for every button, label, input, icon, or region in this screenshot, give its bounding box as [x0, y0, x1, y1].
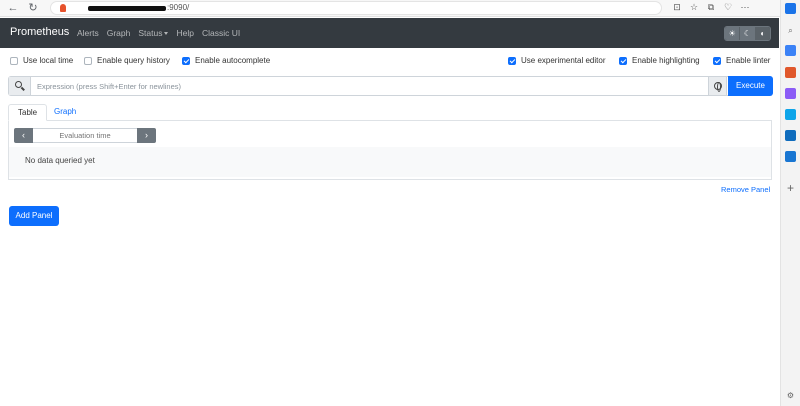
url-text: :9090/	[167, 3, 190, 12]
experimental-editor-label: Use experimental editor	[521, 56, 606, 65]
navbar: Prometheus Alerts Graph Status Help Clas…	[0, 18, 779, 48]
panel-tabs: Table Graph	[8, 104, 772, 121]
office-icon[interactable]	[785, 109, 796, 120]
tag-icon[interactable]	[785, 45, 796, 56]
highlighting-label: Enable highlighting	[632, 56, 700, 65]
expression-row: Execute	[8, 76, 773, 96]
auto-theme-icon[interactable]: ◐	[755, 27, 770, 40]
globe-icon	[714, 82, 722, 92]
search-icon[interactable]: ⌕	[785, 25, 796, 36]
metrics-explorer-button[interactable]	[708, 77, 727, 95]
option-highlighting[interactable]: Enable highlighting	[619, 56, 700, 65]
edge-sidebar: ⌕ + ⚙	[780, 0, 800, 406]
option-local-time[interactable]: Use local time	[10, 56, 73, 65]
copilot-icon[interactable]	[785, 3, 796, 14]
search-addon	[9, 77, 31, 95]
expression-input[interactable]	[37, 77, 687, 95]
heart-icon[interactable]: ♡	[723, 2, 733, 13]
autocomplete-label: Enable autocomplete	[195, 56, 271, 65]
outlook-icon[interactable]	[785, 130, 796, 141]
local-time-checkbox[interactable]	[10, 56, 18, 65]
nav-status[interactable]: Status	[138, 28, 169, 38]
address-bar[interactable]: :9090/	[50, 1, 662, 15]
toolbox-icon[interactable]	[785, 67, 796, 78]
option-linter[interactable]: Enable linter	[713, 56, 770, 65]
theme-toggle-group: ☀ ☾ ◐	[724, 26, 771, 41]
nav-graph[interactable]: Graph	[107, 28, 131, 38]
browser-toolbar: ← ↻ :9090/ ⊡ ☆ ⧉ ♡ ⋯	[0, 0, 800, 17]
option-experimental-editor[interactable]: Use experimental editor	[508, 56, 605, 65]
menu-icon[interactable]: ⋯	[740, 2, 750, 13]
back-icon[interactable]: ←	[6, 1, 20, 15]
query-history-label: Enable query history	[97, 56, 170, 65]
nav-links: Alerts Graph Status Help Classic UI	[77, 28, 248, 38]
panel-body: ‹ › No data queried yet	[8, 121, 772, 180]
local-time-label: Use local time	[23, 56, 74, 65]
caret-down-icon	[164, 32, 169, 36]
browser-toolbar-icons: ⊡ ☆ ⧉ ♡ ⋯	[672, 2, 750, 13]
no-data-message: No data queried yet	[25, 156, 95, 165]
redacted-host	[88, 6, 166, 11]
evaluation-time-input[interactable]	[33, 128, 137, 143]
light-theme-icon[interactable]: ☀	[725, 27, 741, 40]
brand-link[interactable]: Prometheus	[10, 26, 69, 38]
people-icon[interactable]	[785, 88, 796, 99]
web-icon[interactable]	[785, 151, 796, 162]
refresh-icon[interactable]: ↻	[26, 1, 40, 15]
prev-time-button[interactable]: ‹	[14, 128, 33, 143]
collections-icon[interactable]: ⧉	[706, 2, 716, 13]
autocomplete-checkbox[interactable]	[182, 56, 190, 65]
nav-classic-ui[interactable]: Classic UI	[202, 28, 240, 38]
highlighting-checkbox[interactable]	[619, 56, 627, 65]
experimental-editor-checkbox[interactable]	[508, 56, 516, 65]
prometheus-favicon-icon	[60, 4, 66, 12]
option-query-history[interactable]: Enable query history	[84, 56, 170, 65]
results-area: No data queried yet	[9, 147, 771, 177]
tab-table[interactable]: Table	[8, 104, 48, 121]
split-screen-icon[interactable]: ⊡	[672, 2, 682, 13]
options-row: Use local time Enable query history Enab…	[0, 56, 779, 68]
nav-alerts[interactable]: Alerts	[77, 28, 99, 38]
prometheus-app: Prometheus Alerts Graph Status Help Clas…	[0, 18, 779, 406]
add-panel-button[interactable]: Add Panel	[9, 206, 59, 226]
linter-label: Enable linter	[726, 56, 771, 65]
remove-panel-link[interactable]: Remove Panel	[721, 185, 770, 194]
linter-checkbox[interactable]	[713, 56, 721, 65]
nav-status-label: Status	[138, 28, 163, 38]
add-icon[interactable]: +	[785, 182, 796, 194]
evaluation-time-control: ‹ ›	[14, 128, 156, 143]
favorite-icon[interactable]: ☆	[689, 2, 699, 13]
tab-graph[interactable]: Graph	[45, 104, 85, 121]
query-history-checkbox[interactable]	[84, 56, 92, 65]
option-autocomplete[interactable]: Enable autocomplete	[182, 56, 270, 65]
dark-theme-icon[interactable]: ☾	[740, 27, 756, 40]
execute-button[interactable]: Execute	[728, 76, 773, 96]
search-icon	[15, 81, 22, 88]
next-time-button[interactable]: ›	[137, 128, 156, 143]
nav-help[interactable]: Help	[176, 28, 193, 38]
gear-icon[interactable]: ⚙	[785, 390, 796, 401]
